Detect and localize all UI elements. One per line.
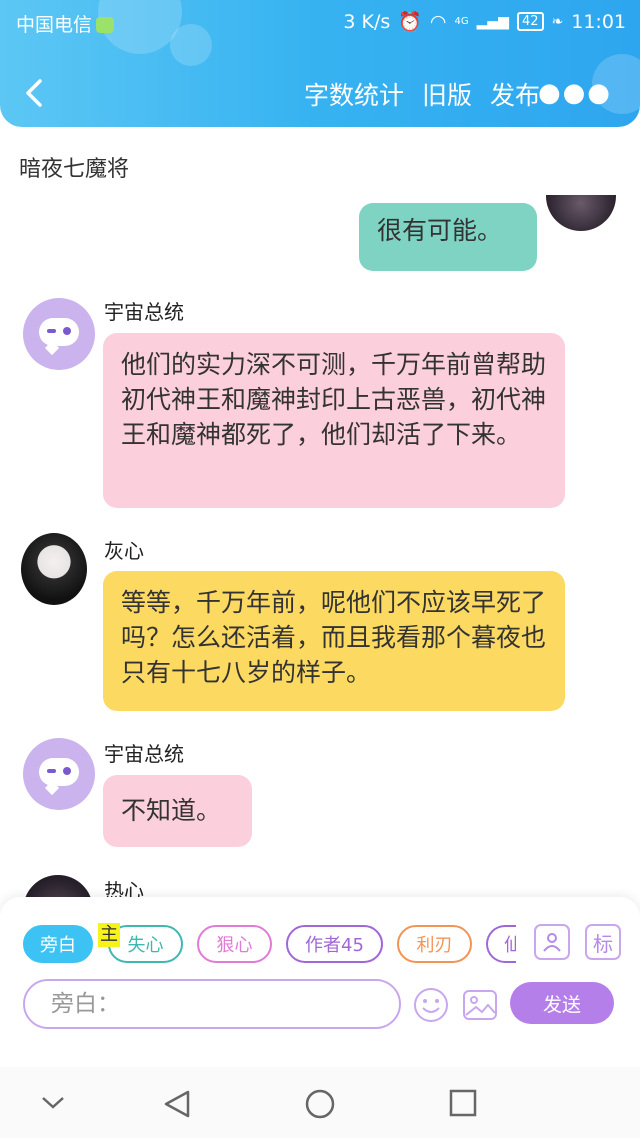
leaf-icon: ❧: [551, 13, 564, 30]
alarm-icon: ⏰: [398, 11, 422, 33]
send-label: 发送: [542, 993, 581, 1016]
chevron-down-icon[interactable]: [40, 1095, 66, 1111]
role-chip-narration[interactable]: 旁白: [23, 925, 93, 963]
person-card-icon[interactable]: [534, 924, 570, 960]
avatar[interactable]: [23, 298, 95, 370]
role-chip-label: 旁白: [40, 935, 76, 956]
home-circle-icon[interactable]: [305, 1089, 335, 1119]
message-text: 不知道。: [121, 796, 222, 825]
network-speed: 3 K/s: [343, 10, 391, 33]
sender-name: 灰心: [104, 539, 144, 563]
recents-square-icon[interactable]: [449, 1089, 477, 1117]
status-bar: 中国电信 3 K/s ⏰ ◠ 4G ▂▄▆ 42 ❧ 11:01: [0, 0, 640, 44]
wechat-badge-icon: [96, 17, 115, 33]
message-bubble: 他们的实力深不可测，千万年前曾帮助初代神王和魔神封印上古恶兽，初代神王和魔神都死…: [103, 333, 565, 508]
carrier: 中国电信: [16, 10, 115, 37]
sender-name: 宇宙总统: [104, 300, 184, 324]
message-bubble: 不知道。: [103, 775, 252, 847]
system-nav-bar: [0, 1067, 640, 1138]
smiley-icon[interactable]: [413, 987, 449, 1023]
back-triangle-icon[interactable]: [163, 1089, 191, 1119]
avatar[interactable]: [21, 533, 87, 605]
role-chip-label: 狠心: [216, 935, 253, 956]
role-chip[interactable]: 狠心: [197, 925, 272, 963]
story-title: 暗夜七魔将: [19, 157, 130, 182]
message-text: 很有可能。: [377, 216, 503, 245]
chat-list[interactable]: 很有可能。 宇宙总统 他们的实力深不可测，千万年前曾帮助初代神王和魔神封印上古恶…: [0, 195, 640, 900]
app-header: 中国电信 3 K/s ⏰ ◠ 4G ▂▄▆ 42 ❧ 11:01 字数统计 旧版…: [0, 0, 640, 127]
status-right: 3 K/s ⏰ ◠ 4G ▂▄▆ 42 ❧ 11:01: [343, 10, 626, 34]
chevron-left-icon[interactable]: [20, 78, 50, 108]
chat-bubble-face-icon: [39, 758, 79, 786]
message-bubble: 很有可能。: [359, 203, 537, 271]
avatar[interactable]: [23, 738, 95, 810]
tag-label: 标: [593, 931, 613, 956]
input-placeholder: 旁白：: [51, 991, 120, 1017]
old-version-button[interactable]: 旧版: [422, 76, 472, 112]
role-chip-label: 失心: [127, 935, 164, 956]
message-text: 等等，千万年前，呢他们不应该早死了吗？怎么还活着，而且我看那个暮夜也只有十七八岁…: [121, 588, 547, 687]
role-chip[interactable]: 作者45: [286, 925, 383, 963]
image-icon[interactable]: [462, 987, 498, 1023]
role-badge: 主: [98, 923, 120, 947]
more-dots-icon[interactable]: ●●●: [538, 78, 612, 108]
signal-icon: ▂▄▆: [476, 13, 509, 30]
input-panel: 旁白 失心 主 狠心 作者45 利刃 仙 标 旁白： 发送: [0, 897, 640, 1067]
send-button[interactable]: 发送: [510, 982, 614, 1024]
role-chip-label: 作者45: [305, 935, 364, 956]
carrier-label: 中国电信: [16, 14, 93, 36]
message-text: 他们的实力深不可测，千万年前曾帮助初代神王和魔神封印上古恶兽，初代神王和魔神都死…: [121, 350, 547, 449]
nav-actions: 字数统计 旧版 发布: [304, 76, 540, 112]
role-chip[interactable]: 仙: [486, 925, 516, 963]
role-chip[interactable]: 利刃: [397, 925, 472, 963]
word-count-button[interactable]: 字数统计: [304, 76, 404, 112]
role-chip-label: 仙: [504, 931, 516, 957]
wifi-icon: ◠: [429, 10, 447, 33]
nav-bar: 字数统计 旧版 发布 ●●●: [0, 60, 640, 120]
sender-name: 宇宙总统: [104, 742, 184, 766]
avatar[interactable]: [546, 195, 616, 231]
battery-level: 42: [516, 12, 544, 31]
message-input[interactable]: 旁白：: [23, 979, 401, 1029]
clock: 11:01: [571, 10, 626, 33]
message-bubble: 等等，千万年前，呢他们不应该早死了吗？怎么还活着，而且我看那个暮夜也只有十七八岁…: [103, 571, 565, 711]
publish-button[interactable]: 发布: [490, 76, 540, 112]
tag-button[interactable]: 标: [585, 924, 621, 960]
network-type: 4G: [454, 16, 469, 27]
role-chip-label: 利刃: [416, 935, 453, 956]
chat-bubble-face-icon: [39, 318, 79, 346]
